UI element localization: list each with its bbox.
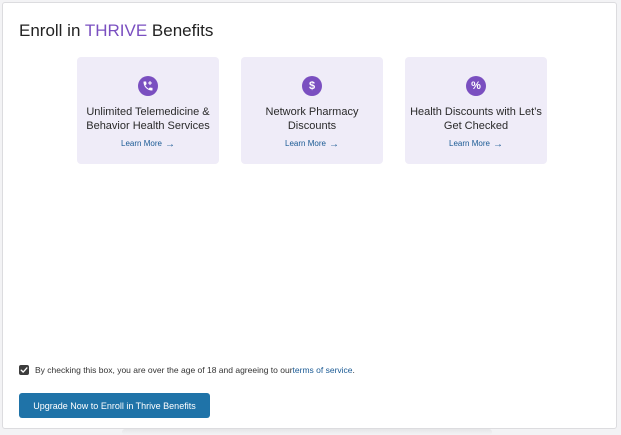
arrow-right-icon: → [492, 139, 503, 150]
learn-more-label: Learn More [285, 139, 326, 148]
card-title: Network Pharmacy Discounts [265, 106, 359, 132]
title-suffix: Benefits [147, 21, 214, 40]
checkmark-icon [20, 367, 28, 373]
learn-more-label: Learn More [121, 139, 162, 148]
card-title: Health Discounts with Let’s Get Checked [410, 106, 542, 132]
arrow-right-icon: → [164, 139, 175, 150]
benefit-card-lets-get-checked: % Health Discounts with Let’s Get Checke… [405, 57, 547, 164]
percent-icon: % [466, 76, 486, 96]
card-title: Unlimited Telemedicine & Behavior Health… [86, 106, 210, 132]
enroll-panel: Enroll in THRIVE Benefits Unlimited Tele… [2, 2, 617, 429]
arrow-right-icon: → [328, 139, 339, 150]
page-title: Enroll in THRIVE Benefits [19, 21, 213, 41]
consent-checkbox[interactable] [19, 365, 29, 375]
terms-of-service-link[interactable]: terms of service [293, 365, 353, 375]
benefit-card-pharmacy: $ Network Pharmacy Discounts Learn More → [241, 57, 383, 164]
title-prefix: Enroll in [19, 21, 85, 40]
phone-plus-icon [138, 76, 158, 96]
benefit-card-telemedicine: Unlimited Telemedicine & Behavior Health… [77, 57, 219, 164]
consent-text: By checking this box, you are over the a… [35, 365, 293, 375]
learn-more-link-lets-get-checked[interactable]: Learn More → [405, 139, 547, 150]
consent-period: . [352, 365, 355, 375]
panel-shadow [122, 429, 492, 435]
learn-more-link-pharmacy[interactable]: Learn More → [241, 139, 383, 150]
learn-more-label: Learn More [449, 139, 490, 148]
brand-name: THRIVE [84, 21, 148, 40]
upgrade-enroll-button[interactable]: Upgrade Now to Enroll in Thrive Benefits [19, 393, 210, 418]
learn-more-link-telemedicine[interactable]: Learn More → [77, 139, 219, 150]
dollar-icon: $ [302, 76, 322, 96]
age-consent-row: By checking this box, you are over the a… [19, 365, 355, 375]
